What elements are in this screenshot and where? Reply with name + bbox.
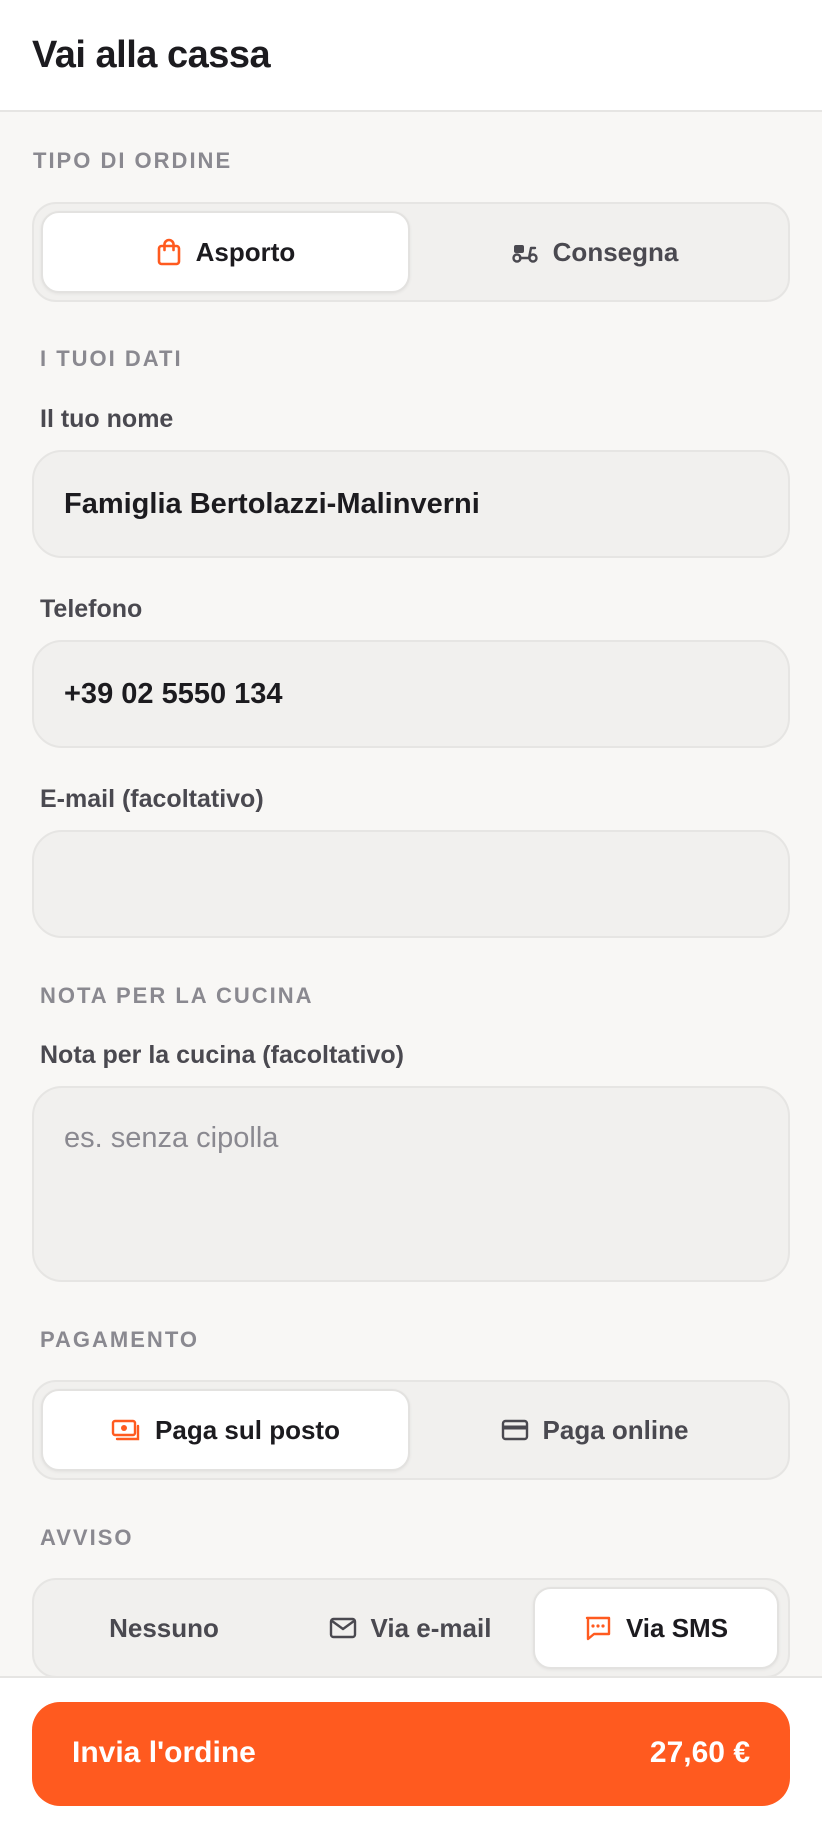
shopping-bag-icon bbox=[156, 238, 182, 266]
order-type-section-label: TIPO DI ORDINE bbox=[33, 148, 233, 173]
notice-selector: Nessuno Via e-mail Via SMS bbox=[32, 1578, 790, 1678]
kitchen-note-field-label: Nota per la cucina (facoltativo) bbox=[40, 1041, 404, 1069]
header: Vai alla cassa bbox=[0, 0, 822, 112]
notice-email-button[interactable]: Via e-mail bbox=[287, 1587, 533, 1669]
payment-on-site-button[interactable]: Paga sul posto bbox=[41, 1389, 410, 1471]
scooter-icon bbox=[511, 240, 539, 264]
order-type-takeaway-button[interactable]: Asporto bbox=[41, 211, 410, 293]
cash-icon bbox=[111, 1418, 141, 1442]
credit-card-icon bbox=[501, 1419, 529, 1441]
name-input[interactable] bbox=[32, 450, 790, 558]
order-type-delivery-button[interactable]: Consegna bbox=[410, 211, 779, 293]
payment-on-site-label: Paga sul posto bbox=[155, 1414, 340, 1445]
submit-order-button[interactable]: Invia l'ordine 27,60 € bbox=[32, 1702, 790, 1806]
notice-sms-button[interactable]: Via SMS bbox=[533, 1587, 779, 1669]
notice-sms-label: Via SMS bbox=[625, 1612, 729, 1643]
notice-email-label: Via e-mail bbox=[370, 1612, 492, 1643]
email-field-label: E-mail (facoltativo) bbox=[40, 785, 264, 813]
payment-online-label: Paga online bbox=[542, 1414, 689, 1445]
email-input[interactable] bbox=[32, 830, 790, 938]
name-field-label: Il tuo nome bbox=[40, 405, 174, 433]
phone-field-label: Telefono bbox=[40, 595, 143, 623]
payment-online-button[interactable]: Paga online bbox=[410, 1389, 779, 1471]
chat-icon bbox=[584, 1615, 612, 1641]
mail-icon bbox=[329, 1617, 357, 1639]
notice-none-label: Nessuno bbox=[109, 1612, 219, 1643]
submit-order-label: Invia l'ordine bbox=[72, 1736, 256, 1769]
payment-section-label: PAGAMENTO bbox=[40, 1327, 199, 1352]
kitchen-note-textarea[interactable] bbox=[32, 1086, 790, 1282]
order-type-delivery-label: Consegna bbox=[552, 236, 679, 267]
payment-selector: Paga sul posto Paga online bbox=[32, 1380, 790, 1480]
order-total: 27,60 € bbox=[649, 1736, 750, 1769]
details-section-label: I TUOI DATI bbox=[40, 346, 183, 371]
kitchen-note-section-label: NOTA PER LA CUCINA bbox=[40, 983, 314, 1008]
page-title: Vai alla cassa bbox=[32, 34, 271, 76]
notice-section-label: AVVISO bbox=[40, 1525, 134, 1550]
footer-bar: Invia l'ordine 27,60 € bbox=[0, 1676, 822, 1828]
order-type-takeaway-label: Asporto bbox=[195, 236, 296, 267]
order-type-selector: Asporto Consegna bbox=[32, 202, 790, 302]
phone-input[interactable] bbox=[32, 640, 790, 748]
notice-none-button[interactable]: Nessuno bbox=[41, 1587, 287, 1669]
